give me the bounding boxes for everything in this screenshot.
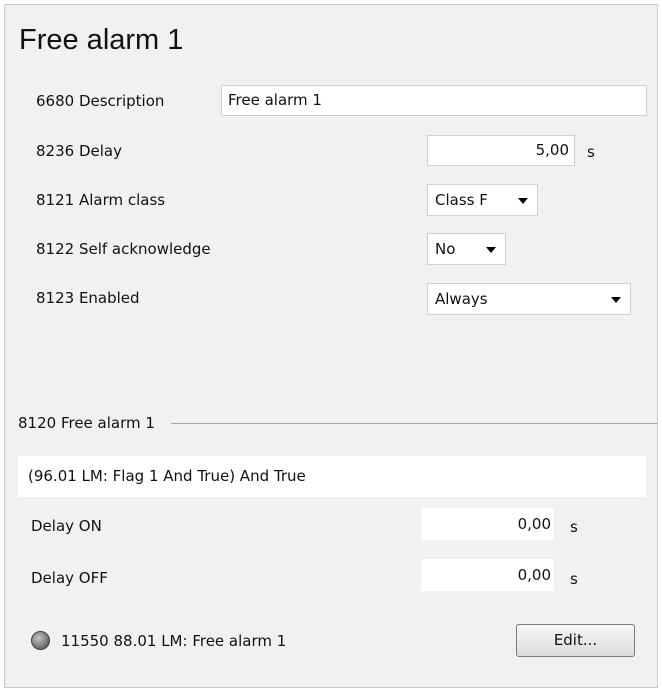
alarm-class-value: Class F	[435, 191, 488, 209]
delay-label: 8236 Delay	[36, 142, 122, 160]
delay-on-label: Delay ON	[31, 517, 102, 535]
alarm-class-label: 8121 Alarm class	[36, 191, 166, 209]
logic-section-label: 8120 Free alarm 1	[18, 414, 155, 432]
chevron-down-icon	[611, 297, 621, 303]
self-ack-label: 8122 Self acknowledge	[36, 240, 211, 258]
logic-expression[interactable]: (96.01 LM: Flag 1 And True) And True	[18, 456, 646, 497]
delay-on-input[interactable]: 0,00	[421, 508, 554, 540]
status-led-icon	[31, 631, 50, 650]
delay-input[interactable]: 5,00	[427, 135, 575, 166]
description-input[interactable]: Free alarm 1	[221, 85, 647, 116]
edit-button[interactable]: Edit...	[516, 624, 635, 657]
delay-on-unit: s	[570, 518, 578, 536]
delay-unit: s	[587, 143, 595, 161]
alarm-class-dropdown[interactable]: Class F	[427, 184, 538, 216]
self-ack-value: No	[435, 240, 456, 258]
section-divider	[171, 423, 657, 424]
delay-off-unit: s	[570, 570, 578, 588]
delay-off-input[interactable]: 0,00	[421, 559, 554, 591]
enabled-dropdown[interactable]: Always	[427, 283, 631, 315]
self-ack-dropdown[interactable]: No	[427, 233, 506, 265]
chevron-down-icon	[486, 247, 496, 253]
description-label: 6680 Description	[36, 92, 165, 110]
status-text: 11550 88.01 LM: Free alarm 1	[61, 632, 287, 650]
chevron-down-icon	[518, 198, 528, 204]
enabled-label: 8123 Enabled	[36, 289, 140, 307]
delay-off-label: Delay OFF	[31, 569, 108, 587]
enabled-value: Always	[435, 290, 488, 308]
page-title: Free alarm 1	[19, 24, 184, 56]
